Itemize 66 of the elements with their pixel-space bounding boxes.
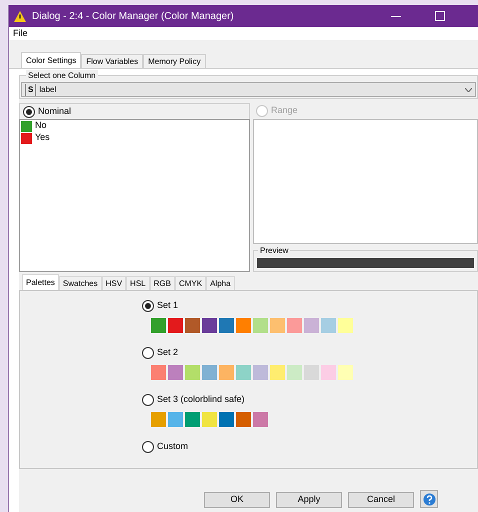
color-swatch[interactable] [287,318,302,333]
color-swatch[interactable] [253,412,268,427]
color-swatch[interactable] [151,412,166,427]
color-swatch[interactable] [185,412,200,427]
tab[interactable]: CMYK [174,276,206,290]
radio-button[interactable] [142,347,154,359]
color-swatch[interactable] [151,365,166,380]
tab[interactable]: HSV [102,276,126,290]
radio-label: Nominal [38,104,72,118]
color-swatch[interactable] [219,318,234,333]
color-swatch[interactable] [168,412,183,427]
color-swatch[interactable] [151,318,166,333]
window-title: Dialog - 2:4 - Color Manager (Color Manager) [32,10,234,24]
color-swatch[interactable] [304,318,319,333]
color-swatch[interactable] [236,365,251,380]
chevron-down-icon [465,88,472,92]
radio-label: Set 2 [157,346,178,360]
dialog-button[interactable]: Cancel [348,492,414,508]
color-swatch[interactable] [338,318,353,333]
color-swatch[interactable] [270,365,285,380]
radio-label: Custom [157,440,188,454]
color-swatch[interactable] [219,412,234,427]
list-item[interactable]: No [35,119,47,133]
color-swatch[interactable] [168,365,183,380]
color-swatch[interactable] [168,318,183,333]
dialog-button[interactable]: Apply [276,492,342,508]
color-swatch[interactable] [185,365,200,380]
radio-button[interactable] [142,441,154,453]
color-swatch[interactable] [202,318,217,333]
color-swatch[interactable] [287,365,302,380]
color-swatch[interactable] [202,412,217,427]
help-button[interactable] [420,490,438,508]
radio-button[interactable] [23,106,35,118]
color-swatch[interactable] [321,318,336,333]
string-type-badge: S [25,84,36,96]
color-swatch[interactable] [219,365,234,380]
dropdown-value: label [39,84,56,96]
color-swatch[interactable] [338,365,353,380]
tab[interactable]: Flow Variables [81,54,144,68]
tab[interactable]: Palettes [22,274,59,290]
tab[interactable]: HSL [126,276,150,290]
maximize-icon[interactable] [435,11,445,21]
help-icon [422,492,436,506]
radio-label: Set 1 [157,299,178,312]
color-swatch[interactable] [253,318,268,333]
menu-item[interactable]: File [13,26,28,40]
tab[interactable]: Swatches [58,276,102,290]
tab[interactable]: Alpha [206,276,235,290]
warning-icon [14,10,26,22]
list-item[interactable]: Yes [35,131,50,145]
radio-label: Range [271,104,298,118]
tab[interactable]: Memory Policy [143,54,206,68]
radio-button[interactable] [142,300,154,312]
color-swatch[interactable] [236,318,251,333]
color-swatch[interactable] [236,412,251,427]
radio-button[interactable] [142,394,154,406]
color-swatch[interactable] [321,365,336,380]
color-swatch[interactable] [185,318,200,333]
column-dropdown[interactable]: S label [21,82,476,97]
tab[interactable]: Color Settings [21,52,82,68]
color-swatch[interactable] [202,365,217,380]
radio-label: Set 3 (colorblind safe) [157,393,245,406]
color-swatch[interactable] [270,318,285,333]
dialog-button[interactable]: OK [204,492,270,508]
tab[interactable]: RGB [150,276,175,290]
color-swatch[interactable] [253,365,268,380]
